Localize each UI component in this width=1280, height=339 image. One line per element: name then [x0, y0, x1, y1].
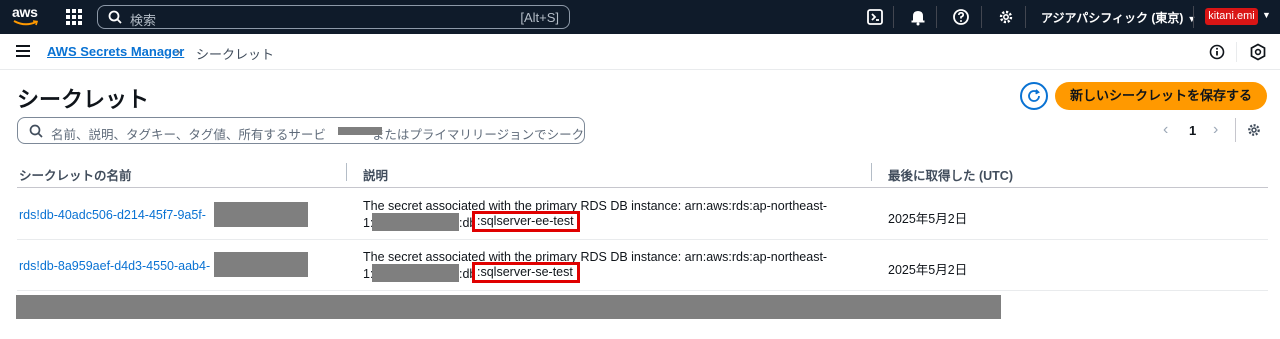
nav-divider [1025, 6, 1026, 28]
refresh-icon [1028, 89, 1040, 102]
bell-icon[interactable] [909, 8, 927, 26]
column-divider[interactable] [871, 163, 872, 181]
nav-divider [893, 6, 894, 28]
secret-name-link[interactable]: rds!db-8a959aef-d4d3-4550-aab4- [19, 259, 210, 273]
highlighted-db-instance: :sqlserver-se-test [472, 262, 580, 283]
search-shortcut: [Alt+S] [520, 10, 559, 25]
gear-icon[interactable] [997, 8, 1015, 26]
help-icon[interactable] [952, 8, 970, 26]
top-navigation: aws 検索 [Alt+S] アジアパシフィック (東京) ▼ kitani.e… [0, 0, 1280, 34]
account-menu[interactable]: kitani.emi [1205, 8, 1258, 25]
region-selector[interactable]: アジアパシフィック (東京) ▼ [1041, 9, 1196, 26]
divider [1236, 42, 1237, 62]
filter-placeholder: 名前、説明、タグキー、タグ値、所有するサービ またはプライマリリージョンでシークレ [51, 124, 585, 143]
divider [1235, 118, 1236, 142]
nav-divider [981, 6, 982, 28]
search-icon [108, 10, 122, 24]
secrets-filter-input[interactable]: 名前、説明、タグキー、タグ値、所有するサービ またはプライマリリージョンでシークレ [17, 117, 585, 144]
global-search-input[interactable]: 検索 [Alt+S] [97, 5, 570, 29]
current-page-number[interactable]: 1 [1189, 123, 1196, 138]
secret-description-line1: The secret associated with the primary R… [363, 250, 828, 264]
column-header-name[interactable]: シークレットの名前 [19, 165, 132, 184]
last-retrieved-date: 2025年5月2日 [888, 263, 968, 277]
column-header-description[interactable]: 説明 [363, 165, 388, 184]
cloudshell-icon[interactable] [866, 8, 884, 26]
row-divider [17, 239, 1268, 240]
aws-smile-icon [13, 20, 39, 26]
aws-logo[interactable]: aws [12, 5, 42, 29]
redaction-bar [214, 202, 308, 227]
chevron-right-icon: › [176, 43, 181, 59]
redaction-bar [16, 295, 1001, 319]
row-divider [17, 290, 1268, 291]
table-header-border [17, 187, 1268, 188]
redaction-bar [214, 252, 308, 277]
redaction-bar [372, 213, 459, 231]
column-header-last-retrieved[interactable]: 最後に取得した (UTC) [888, 165, 1013, 184]
filter-placeholder-start: 名前、説明、タグキー、タグ値、所有するサービ [51, 128, 326, 142]
hexagon-settings-icon[interactable] [1249, 43, 1267, 61]
secret-description-line1: The secret associated with the primary R… [363, 199, 828, 213]
table-settings-icon[interactable] [1246, 122, 1262, 138]
column-divider[interactable] [346, 163, 347, 181]
search-icon [29, 124, 43, 138]
filter-placeholder-end: またはプライマリリージョンでシークレ [371, 128, 585, 142]
region-label: アジアパシフィック (東京) [1041, 11, 1184, 25]
redaction-bar [372, 264, 459, 282]
secret-name-link[interactable]: rds!db-40adc506-d214-45f7-9a5f- [19, 208, 206, 222]
nav-divider [936, 6, 937, 28]
redaction-bar [338, 127, 382, 135]
caret-down-icon[interactable]: ▼ [1262, 10, 1271, 20]
caret-down-icon: ▼ [1187, 14, 1197, 24]
services-grid-icon[interactable] [66, 9, 82, 25]
highlighted-db-instance: :sqlserver-ee-test [472, 211, 580, 232]
previous-page-icon[interactable]: ‹ [1163, 121, 1168, 139]
breadcrumb-bar: AWS Secrets Manager › シークレット [0, 34, 1280, 70]
nav-divider [1193, 6, 1194, 28]
page-title: シークレット [17, 87, 150, 112]
refresh-button[interactable] [1020, 82, 1048, 110]
info-icon[interactable] [1209, 44, 1225, 60]
store-new-secret-button[interactable]: 新しいシークレットを保存する [1055, 82, 1267, 110]
aws-logo-text: aws [12, 4, 38, 20]
breadcrumb-service-link[interactable]: AWS Secrets Manager [47, 44, 184, 59]
last-retrieved-date: 2025年5月2日 [888, 212, 968, 226]
search-placeholder: 検索 [130, 13, 157, 28]
next-page-icon[interactable]: › [1213, 121, 1218, 139]
breadcrumb-current: シークレット [196, 47, 275, 62]
menu-icon[interactable] [16, 45, 30, 57]
